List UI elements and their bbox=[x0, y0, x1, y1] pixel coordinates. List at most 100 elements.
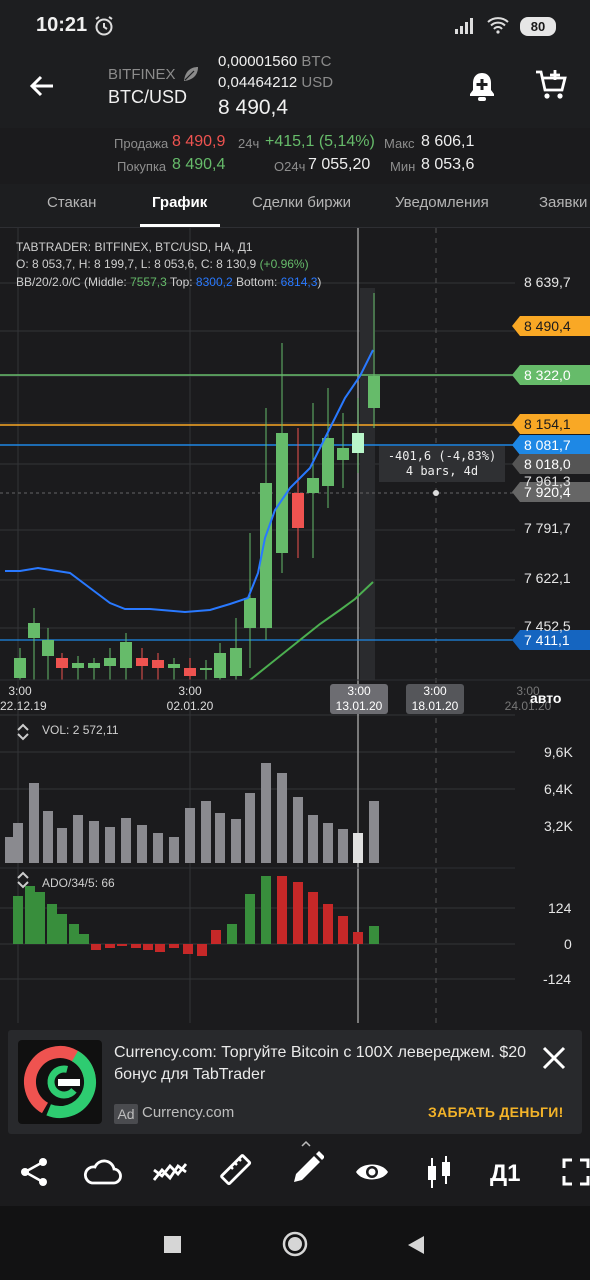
ado-bar bbox=[293, 882, 303, 944]
time-label-hour: 3:00 bbox=[347, 684, 371, 698]
volume-label: VOL: bbox=[42, 723, 70, 737]
add-alert-bell-icon[interactable] bbox=[466, 70, 498, 104]
usd-unit: USD bbox=[301, 74, 334, 91]
auto-scale-toggle[interactable]: авто bbox=[530, 690, 561, 706]
volume-bar bbox=[323, 823, 333, 863]
ado-bar bbox=[277, 876, 287, 944]
ado-bar bbox=[69, 924, 79, 944]
visibility-eye-icon[interactable] bbox=[354, 1160, 390, 1184]
ado-axis-label: 0 bbox=[564, 936, 572, 952]
drawing-pencil-icon[interactable] bbox=[290, 1140, 324, 1186]
time-label-highlight: 3:00 13.01.20 bbox=[330, 684, 388, 714]
usd-value: 0,04464212 bbox=[218, 74, 298, 91]
ohlc-high: H: 8 199,7, bbox=[78, 257, 138, 271]
candle-body bbox=[352, 433, 364, 453]
volume-bar bbox=[73, 815, 83, 863]
candles-type-icon[interactable] bbox=[424, 1154, 456, 1190]
volume-bar bbox=[121, 818, 131, 863]
candle-body bbox=[120, 642, 132, 668]
ado-bar bbox=[338, 916, 348, 944]
volume-bar bbox=[57, 828, 67, 863]
pair-name: BTC/USD bbox=[108, 87, 188, 107]
ado-bar bbox=[369, 926, 379, 944]
ado-bar bbox=[323, 904, 333, 944]
change-label: 24ч bbox=[238, 136, 260, 151]
leaf-icon bbox=[184, 67, 198, 81]
time-label-hour: 3:00 bbox=[8, 684, 32, 698]
tab-chart[interactable]: График bbox=[152, 194, 207, 211]
price-tag-label: 8 154,1 bbox=[524, 416, 571, 432]
chart-container[interactable]: 8 490,4 8 322,0 8 154,1 8 081,7 8 018,0 7 920… bbox=[0, 228, 590, 1023]
price-tag-label: 8 081,7 bbox=[524, 437, 571, 453]
ad-text[interactable]: Currency.com: Торгуйте Bitcoin с 100X ле… bbox=[114, 1042, 534, 1086]
candle-body bbox=[168, 664, 180, 668]
price-tag-label: 8 018,0 bbox=[524, 456, 571, 472]
ado-bar bbox=[117, 944, 127, 946]
candle-body bbox=[152, 660, 164, 668]
volume-bar bbox=[201, 801, 211, 863]
btc-unit: BTC bbox=[301, 53, 332, 70]
volume-bar bbox=[185, 808, 195, 863]
ado-bar bbox=[105, 944, 115, 948]
ruler-icon[interactable] bbox=[218, 1152, 254, 1188]
candle-body bbox=[214, 653, 226, 678]
time-label-highlight: 3:00 18.01.20 bbox=[406, 684, 464, 714]
home-button[interactable] bbox=[282, 1231, 308, 1257]
ticker-stats: Продажа 8 490,9 Покупка 8 490,4 24ч +415… bbox=[0, 128, 590, 184]
cloud-icon[interactable] bbox=[82, 1158, 122, 1186]
price-axis-label: 7 452,5 bbox=[524, 618, 571, 634]
volume-bar bbox=[105, 827, 115, 863]
max-value: 8 606,1 bbox=[421, 133, 475, 150]
ad-source[interactable]: Currency.com bbox=[142, 1104, 234, 1121]
measure-highlight bbox=[360, 288, 375, 680]
back-nav-button[interactable] bbox=[406, 1235, 426, 1255]
timeframe-button[interactable]: Д1 bbox=[490, 1160, 520, 1188]
price-chart-svg[interactable]: 8 490,48 322,08 154,18 081,78 018,07 920… bbox=[0, 228, 590, 1023]
price-tag-label: 8 490,4 bbox=[524, 318, 571, 334]
ado-bar bbox=[308, 892, 318, 944]
tab-orders[interactable]: Заявки bbox=[539, 194, 587, 211]
ado-axis-label: 124 bbox=[548, 900, 572, 916]
candle-body bbox=[72, 663, 84, 668]
indicators-icon[interactable] bbox=[152, 1158, 188, 1186]
measure-tooltip-line1: -401,6 (-4,83%) bbox=[387, 449, 497, 463]
candle-body bbox=[230, 648, 242, 676]
volume-bar bbox=[231, 819, 241, 863]
add-order-cart-icon[interactable] bbox=[534, 68, 568, 102]
volume-bar bbox=[245, 793, 255, 863]
battery-indicator: 80 bbox=[520, 17, 556, 36]
recents-button[interactable] bbox=[164, 1236, 181, 1253]
ado-bar bbox=[245, 894, 255, 944]
btc-value: 0,00001560 bbox=[218, 53, 298, 70]
collapse-volume-icon[interactable] bbox=[16, 722, 30, 742]
bb-prefix: BB/20/2.0/C (Middle: bbox=[16, 275, 127, 289]
collapse-ado-icon[interactable] bbox=[16, 870, 30, 890]
volume-bar bbox=[153, 833, 163, 863]
candles-group bbox=[14, 293, 380, 680]
sell-label: Продажа bbox=[114, 136, 169, 151]
tab-alerts[interactable]: Уведомления bbox=[395, 194, 489, 211]
back-arrow-icon[interactable] bbox=[28, 72, 56, 100]
candle-body bbox=[368, 376, 380, 408]
exchange-name: BITFINEX bbox=[108, 66, 176, 83]
ado-axis-label: -124 bbox=[543, 971, 572, 987]
ado-bar bbox=[183, 944, 193, 954]
ad-cta-button[interactable]: ЗАБРАТЬ ДЕНЬГИ! bbox=[428, 1104, 564, 1120]
candle-body bbox=[322, 438, 334, 486]
share-icon[interactable] bbox=[18, 1156, 50, 1188]
fullscreen-icon[interactable] bbox=[562, 1158, 590, 1186]
tab-exchange-trades[interactable]: Сделки биржи bbox=[252, 194, 351, 211]
min-value: 8 053,6 bbox=[421, 156, 475, 173]
tab-order-book[interactable]: Стакан bbox=[47, 194, 96, 211]
ad-close-icon[interactable] bbox=[540, 1044, 568, 1072]
bb-middle: 7557,3 bbox=[130, 275, 167, 289]
measure-tooltip-line2: 4 bars, 4d bbox=[405, 464, 479, 478]
buy-value: 8 490,4 bbox=[172, 156, 226, 173]
volume-axis-label: 3,2K bbox=[544, 818, 573, 834]
currency-com-logo[interactable] bbox=[18, 1040, 102, 1124]
ado-bar bbox=[91, 944, 101, 950]
time-label-hour: 3:00 bbox=[423, 684, 447, 698]
status-time: 10:21 bbox=[36, 14, 88, 36]
price-axis-label: 7 961,3 bbox=[524, 473, 571, 489]
volume-value: 7 055,20 bbox=[308, 156, 371, 173]
